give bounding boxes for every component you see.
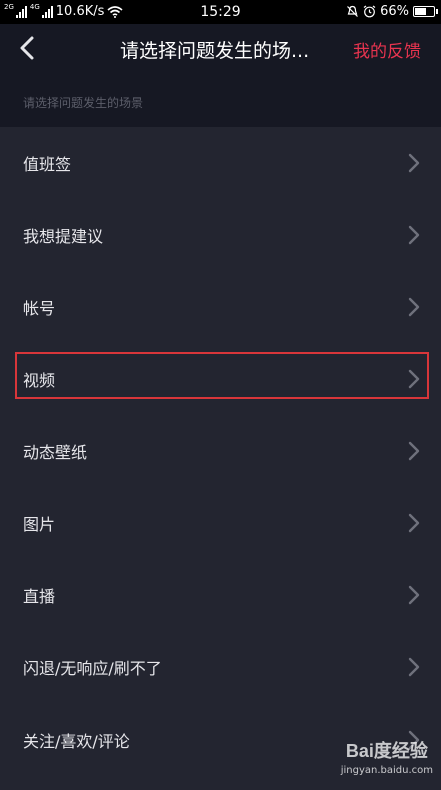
list-item-label: 帐号 bbox=[23, 299, 56, 318]
watermark-url: jingyan.baidu.com bbox=[340, 765, 433, 776]
watermark: Bai度经验 jingyan.baidu.com bbox=[341, 737, 433, 776]
list-item[interactable]: 图片 bbox=[0, 487, 441, 559]
list-item[interactable]: 值班签 bbox=[0, 127, 441, 199]
list-item-label: 关注/喜欢/评论 bbox=[23, 732, 130, 751]
battery-percent: 66% bbox=[380, 4, 409, 19]
watermark-logo: Bai度经验 bbox=[345, 741, 428, 761]
list-item[interactable]: 帐号 bbox=[0, 271, 441, 343]
list-item-label: 值班签 bbox=[23, 155, 72, 174]
chevron-right-icon bbox=[408, 513, 420, 533]
status-right: 66% bbox=[346, 4, 438, 19]
list-item[interactable]: 我想提建议 bbox=[0, 199, 441, 271]
alarm-icon bbox=[363, 5, 376, 18]
page-title: 请选择问题发生的场... bbox=[120, 40, 310, 62]
status-bar: 2G 4G 10.6K/s 15:29 66% bbox=[0, 0, 441, 24]
list-item-label: 我想提建议 bbox=[23, 227, 104, 246]
list-item[interactable]: 动态壁纸 bbox=[0, 415, 441, 487]
chevron-right-icon bbox=[408, 657, 420, 677]
list-item-label: 直播 bbox=[23, 587, 56, 606]
chevron-right-icon bbox=[408, 585, 420, 605]
chevron-right-icon bbox=[408, 441, 420, 461]
list-item-label: 图片 bbox=[23, 515, 56, 534]
chevron-right-icon bbox=[408, 153, 420, 173]
list-item[interactable]: 直播 bbox=[0, 559, 441, 631]
battery-fill bbox=[415, 8, 427, 15]
list-item-label: 动态壁纸 bbox=[23, 443, 88, 462]
chevron-right-icon bbox=[408, 225, 420, 245]
back-arrow-icon[interactable] bbox=[14, 34, 42, 62]
section-header-text: 请选择问题发生的场景 bbox=[23, 96, 144, 110]
nav-bar: 请选择问题发生的场... 我的反馈 bbox=[0, 24, 441, 72]
highlight-box bbox=[15, 352, 429, 399]
list-item[interactable]: 闪退/无响应/刷不了 bbox=[0, 631, 441, 703]
scene-list: 值班签 我想提建议 帐号 视频 动态壁纸 图片 直播 闪退/无响应/刷不了 关注… bbox=[0, 127, 441, 790]
chevron-right-icon bbox=[408, 297, 420, 317]
battery-icon bbox=[413, 6, 438, 17]
mute-icon bbox=[347, 5, 359, 17]
list-item-label: 闪退/无响应/刷不了 bbox=[23, 659, 162, 678]
section-header: 请选择问题发生的场景 bbox=[0, 72, 441, 127]
my-feedback-link[interactable]: 我的反馈 bbox=[353, 37, 421, 62]
